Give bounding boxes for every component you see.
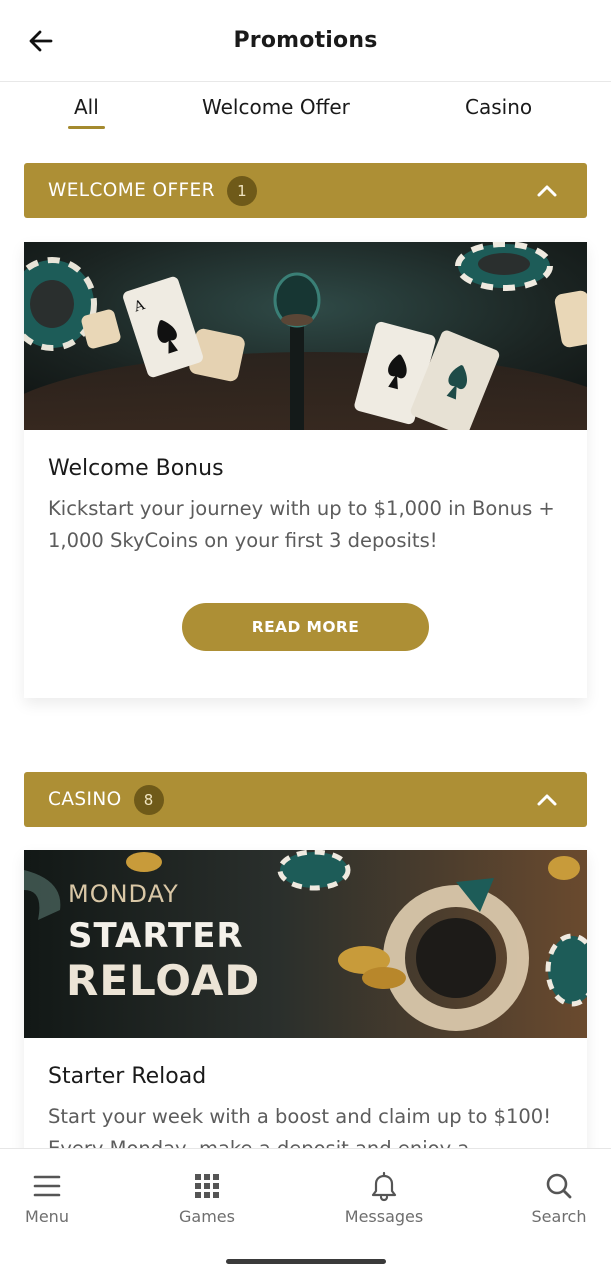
nav-games[interactable]: Games: [152, 1169, 262, 1226]
home-indicator[interactable]: [226, 1259, 386, 1264]
count-badge: 8: [133, 784, 164, 815]
page-title: Promotions: [233, 28, 378, 53]
search-icon: [546, 1173, 572, 1199]
nav-label: Messages: [344, 1207, 424, 1226]
grid-icon: [195, 1174, 219, 1198]
tab-casino[interactable]: Casino: [465, 95, 532, 119]
tab-welcome-offer[interactable]: Welcome Offer: [202, 95, 350, 119]
promo-description: Kickstart your journey with up to $1,000…: [48, 497, 555, 552]
chevron-up-icon[interactable]: [535, 179, 559, 203]
nav-menu[interactable]: Menu: [0, 1169, 102, 1226]
section-header-casino[interactable]: CASINO 8: [24, 772, 587, 827]
banner-text-monday: MONDAY: [68, 880, 179, 908]
banner-text-starter: STARTER: [68, 916, 244, 956]
tab-all[interactable]: All: [68, 95, 105, 129]
filter-tabs: All Welcome Offer Casino: [0, 83, 611, 133]
promo-card-starter-reload: MONDAY STARTER RELOAD Starter Reload Sta…: [24, 850, 587, 1170]
promo-banner-image: A: [24, 242, 587, 430]
promo-title: Welcome Bonus: [48, 456, 224, 481]
count-badge: 1: [226, 175, 257, 206]
menu-icon: [33, 1175, 61, 1197]
nav-label: Search: [531, 1207, 587, 1226]
bell-icon: [371, 1171, 397, 1202]
promo-banner-image: MONDAY STARTER RELOAD: [24, 850, 587, 1038]
nav-label: Games: [179, 1207, 235, 1226]
promo-card-welcome-bonus: A Welcome Bonus Kickstart your journey w…: [24, 242, 587, 698]
section-title: CASINO: [48, 789, 122, 810]
chevron-up-icon[interactable]: [535, 788, 559, 812]
back-button[interactable]: [26, 26, 56, 56]
banner-text-reload: RELOAD: [66, 956, 261, 1005]
promo-title: Starter Reload: [48, 1064, 207, 1089]
nav-messages[interactable]: Messages: [329, 1169, 439, 1226]
read-more-button[interactable]: READ MORE: [182, 603, 429, 651]
app-header: Promotions: [0, 0, 611, 82]
arrow-left-icon: [29, 30, 53, 52]
nav-label: Menu: [25, 1207, 69, 1226]
nav-search[interactable]: Search: [504, 1169, 611, 1226]
section-title: WELCOME OFFER: [48, 180, 215, 201]
section-header-welcome-offer[interactable]: WELCOME OFFER 1: [24, 163, 587, 218]
